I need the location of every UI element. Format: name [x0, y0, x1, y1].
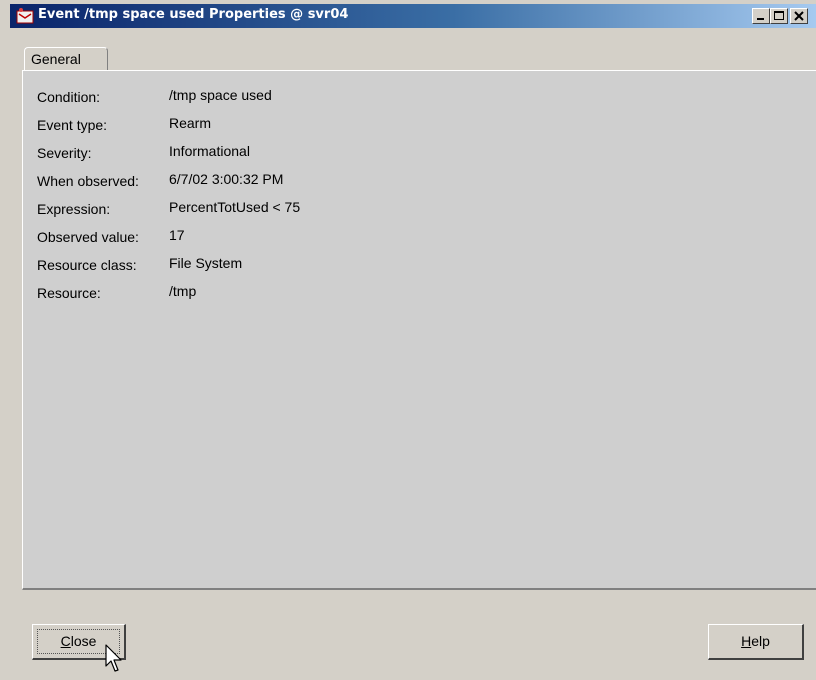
tab-general-label: General: [31, 51, 81, 67]
event-type-value: Rearm: [169, 115, 212, 131]
minimize-icon: [757, 18, 764, 20]
resource-class-value: File System: [169, 255, 243, 271]
close-window-button[interactable]: [790, 8, 808, 24]
expression-value: PercentTotUsed < 75: [169, 199, 301, 215]
tab-general[interactable]: General: [24, 47, 108, 71]
severity-value: Informational: [169, 143, 250, 159]
title-bar[interactable]: Event /tmp space used Properties @ svr04: [10, 4, 816, 28]
properties-dialog: Event /tmp space used Properties @ svr04…: [0, 0, 816, 680]
when-observed-label: When observed:: [37, 173, 139, 189]
expression-label: Expression:: [37, 201, 111, 217]
resource-value: /tmp: [169, 283, 197, 299]
resource-label: Resource:: [37, 285, 101, 301]
when-observed-value: 6/7/02 3:00:32 PM: [169, 171, 284, 187]
close-icon: [794, 11, 804, 21]
observed-value-label: Observed value:: [37, 229, 139, 245]
maximize-icon: [774, 11, 784, 20]
help-button-label: Help: [741, 633, 770, 649]
general-panel: Condition: /tmp space used Event type: R…: [22, 70, 816, 590]
severity-label: Severity:: [37, 145, 92, 161]
maximize-button[interactable]: [770, 8, 788, 24]
condition-value: /tmp space used: [169, 87, 272, 103]
app-icon: [16, 7, 34, 25]
mouse-cursor-icon: [105, 644, 122, 672]
window-title: Event /tmp space used Properties @ svr04: [38, 7, 349, 22]
event-type-label: Event type:: [37, 117, 108, 133]
condition-label: Condition:: [37, 89, 101, 105]
observed-value-value: 17: [169, 227, 185, 243]
resource-class-label: Resource class:: [37, 257, 137, 273]
minimize-button[interactable]: [752, 8, 770, 24]
help-button[interactable]: Help: [708, 624, 804, 660]
